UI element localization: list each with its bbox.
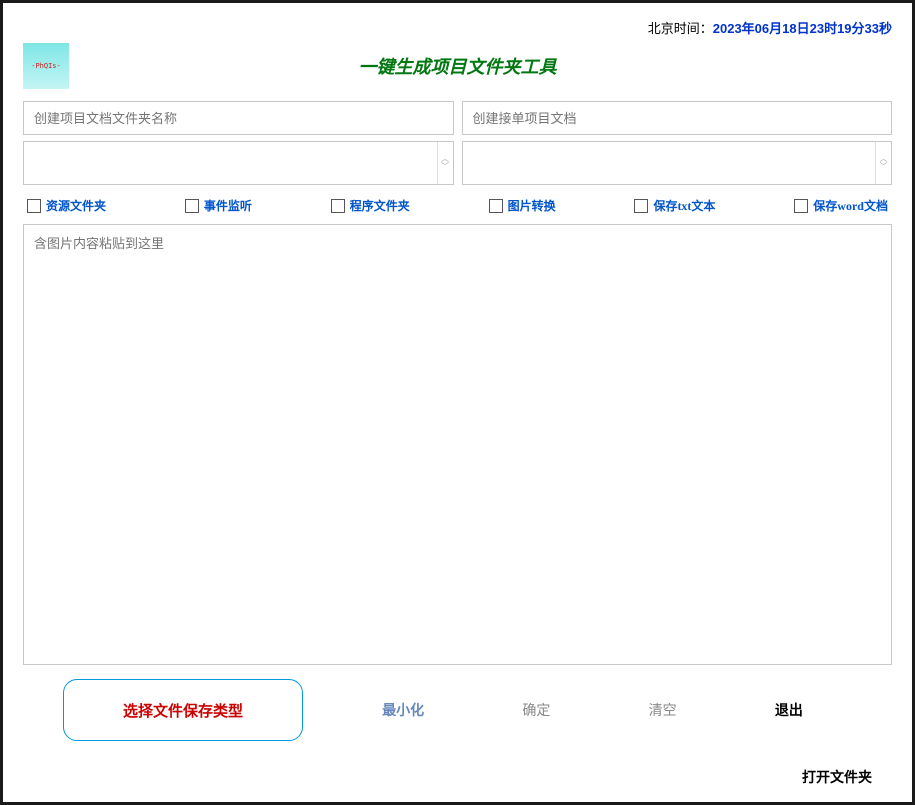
checkbox-program-folder[interactable]: 程序文件夹: [331, 197, 410, 214]
checkbox-image-convert[interactable]: 图片转换: [489, 197, 556, 214]
checkbox-label: 保存word文档: [813, 197, 888, 214]
logo-text: -PhQIs-: [31, 62, 61, 70]
checkbox-icon: [331, 199, 345, 213]
left-select-value: [24, 142, 437, 184]
checkbox-label: 程序文件夹: [350, 197, 410, 214]
checkbox-save-txt[interactable]: 保存txt文本: [634, 197, 715, 214]
checkbox-label: 保存txt文本: [653, 197, 715, 214]
chevron-down-icon: ﹀: [441, 164, 449, 170]
exit-button[interactable]: 退出: [755, 700, 823, 720]
time-label: 北京时间：: [648, 21, 713, 36]
checkbox-label: 资源文件夹: [46, 197, 106, 214]
checkbox-save-word[interactable]: 保存word文档: [794, 197, 888, 214]
input-row: [23, 101, 892, 135]
main-window: 北京时间：2023年06月18日23时19分33秒 -PhQIs- 一键生成项目…: [0, 0, 915, 805]
checkbox-icon: [489, 199, 503, 213]
clear-button[interactable]: 清空: [629, 700, 697, 720]
checkbox-row: 资源文件夹 事件监听 程序文件夹 图片转换 保存txt文本 保存word文档: [23, 197, 892, 214]
right-select-value: [463, 142, 876, 184]
checkbox-icon: [794, 199, 808, 213]
checkbox-label: 事件监听: [204, 197, 252, 214]
time-display: 北京时间：2023年06月18日23时19分33秒: [23, 18, 892, 37]
select-row: ︿ ﹀ ︿ ﹀: [23, 141, 892, 185]
checkbox-label: 图片转换: [508, 197, 556, 214]
chevron-updown-icon[interactable]: ︿ ﹀: [437, 142, 453, 184]
action-buttons-group: 最小化 确定 清空 退出: [303, 700, 852, 720]
receive-doc-input[interactable]: [462, 101, 893, 135]
app-logo-icon: -PhQIs-: [23, 43, 69, 89]
confirm-button[interactable]: 确定: [502, 700, 570, 720]
chevron-updown-icon[interactable]: ︿ ﹀: [875, 142, 891, 184]
checkbox-resource-folder[interactable]: 资源文件夹: [27, 197, 106, 214]
open-folder-button[interactable]: 打开文件夹: [802, 767, 872, 787]
content-textarea[interactable]: [23, 224, 892, 665]
checkbox-icon: [185, 199, 199, 213]
left-select[interactable]: ︿ ﹀: [23, 141, 454, 185]
checkbox-event-listener[interactable]: 事件监听: [185, 197, 252, 214]
time-value: 2023年06月18日23时19分33秒: [713, 21, 892, 36]
button-row-2: 打开文件夹: [23, 767, 892, 787]
header: -PhQIs- 一键生成项目文件夹工具: [23, 43, 892, 89]
minimize-button[interactable]: 最小化: [362, 700, 444, 720]
select-file-type-button[interactable]: 选择文件保存类型: [63, 679, 303, 741]
button-row-1: 选择文件保存类型 最小化 确定 清空 退出: [23, 679, 892, 741]
checkbox-icon: [27, 199, 41, 213]
chevron-down-icon: ﹀: [880, 164, 888, 170]
project-folder-name-input[interactable]: [23, 101, 454, 135]
app-title: 一键生成项目文件夹工具: [23, 53, 892, 79]
checkbox-icon: [634, 199, 648, 213]
right-select[interactable]: ︿ ﹀: [462, 141, 893, 185]
